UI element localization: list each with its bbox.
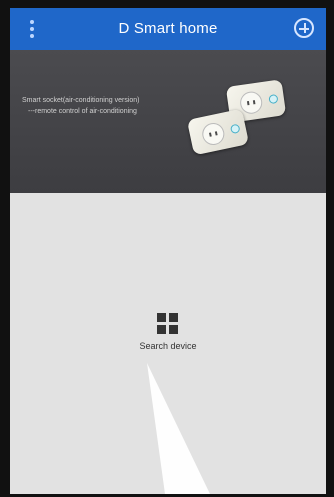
grid-square [169, 325, 178, 334]
socket-hole [246, 100, 250, 106]
grid-square [157, 325, 166, 334]
socket-indicator [268, 93, 279, 105]
banner-text: Smart socket(air-conditioning version) -… [22, 95, 207, 117]
socket-face [200, 120, 227, 148]
socket-face [238, 90, 264, 116]
socket-hole [214, 131, 218, 136]
search-device-button[interactable]: Search device [114, 313, 222, 373]
socket-hole [208, 132, 212, 137]
banner-line-2: ---remote control of air-conditioning [28, 108, 137, 115]
app-bar: D Smart home [10, 8, 326, 50]
add-circle-icon[interactable] [294, 18, 314, 38]
grid-square [157, 313, 166, 322]
grid-icon [157, 313, 179, 335]
promo-banner[interactable]: Smart socket(air-conditioning version) -… [10, 50, 326, 226]
app-title: D Smart home [118, 20, 218, 37]
search-device-label: Search device [139, 341, 197, 351]
banner-line-1: Smart socket(air-conditioning version) [22, 97, 140, 104]
device-area: Search device [10, 193, 326, 494]
phone-screen: D Smart home Smart socket(air-conditioni… [10, 8, 326, 494]
socket-hole [252, 100, 256, 105]
socket-indicator [229, 123, 241, 135]
grid-square [169, 313, 178, 322]
